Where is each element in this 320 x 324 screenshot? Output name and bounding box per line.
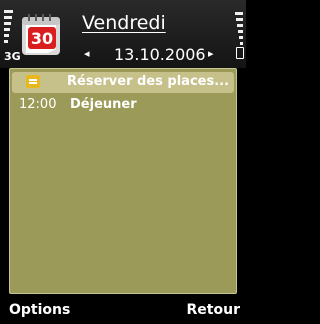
options-softkey[interactable]: Options bbox=[9, 302, 70, 318]
softkey-bar: Options Retour bbox=[0, 296, 246, 324]
entry-title: Réserver des places... bbox=[67, 74, 230, 89]
calendar-icon-day: 30 bbox=[31, 29, 53, 48]
back-softkey[interactable]: Retour bbox=[187, 302, 240, 318]
network-type-label: 3G bbox=[4, 50, 21, 63]
next-day-arrow[interactable]: ▸ bbox=[208, 47, 214, 60]
status-header: 3G 30 Vendredi ◂ 13.10.2006 ▸ bbox=[0, 0, 246, 68]
entry-title: Déjeuner bbox=[70, 97, 137, 112]
signal-strength-indicator bbox=[4, 10, 14, 48]
battery-level-indicator bbox=[235, 12, 243, 48]
date-label: 13.10.2006 bbox=[114, 45, 206, 64]
calendar-icon: 30 bbox=[22, 14, 60, 55]
weekday-title[interactable]: Vendredi bbox=[82, 12, 166, 34]
previous-day-arrow[interactable]: ◂ bbox=[84, 47, 90, 60]
day-entries-list[interactable]: Réserver des places... 12:00 Déjeuner bbox=[9, 68, 237, 294]
battery-icon bbox=[236, 47, 244, 59]
list-item[interactable]: 12:00 Déjeuner bbox=[12, 95, 234, 116]
list-item[interactable]: Réserver des places... bbox=[12, 72, 234, 93]
memo-icon bbox=[26, 75, 40, 88]
entry-time: 12:00 bbox=[19, 97, 57, 112]
